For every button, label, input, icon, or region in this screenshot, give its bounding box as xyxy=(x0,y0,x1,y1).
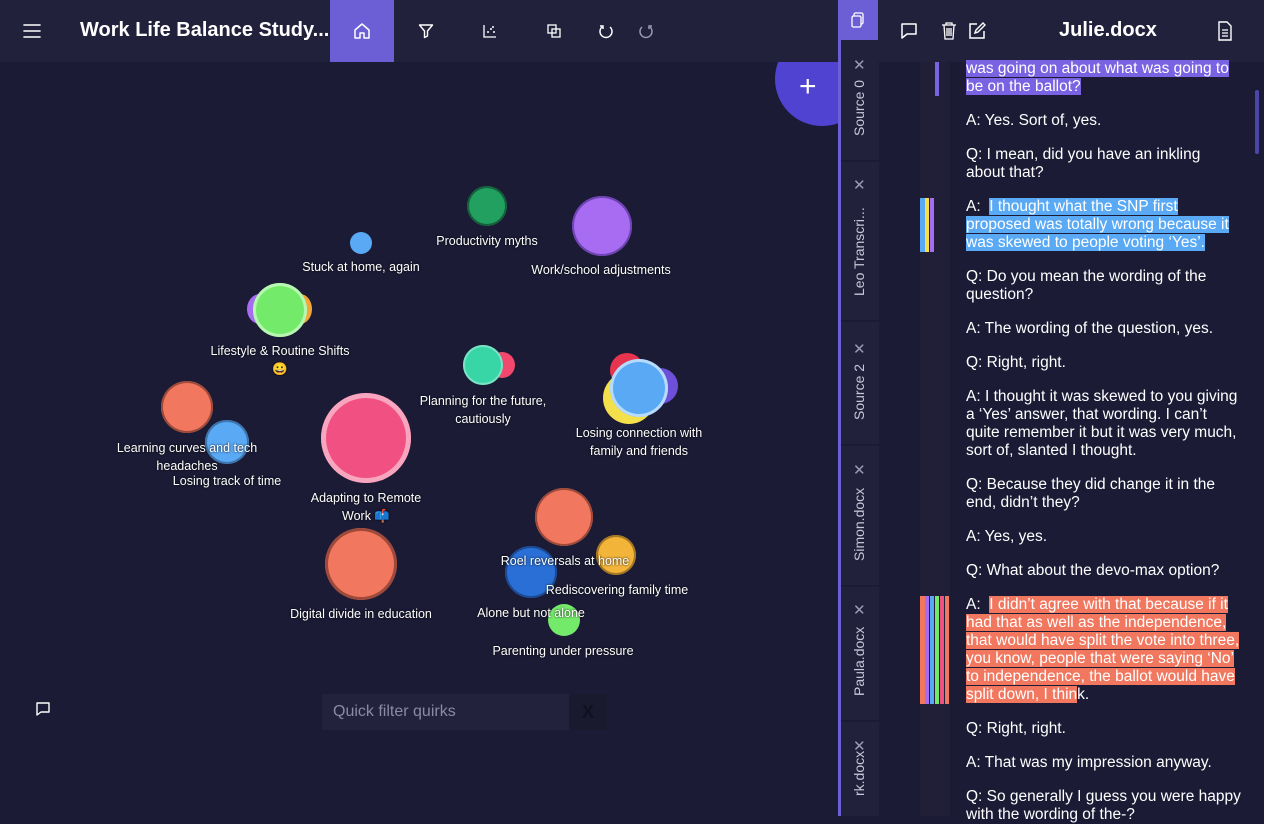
source-tab[interactable]: ✕ Leo Transcri... xyxy=(841,172,879,322)
source-tab-label: rk.docx xyxy=(851,750,867,796)
quirk-bubble[interactable] xyxy=(463,345,503,385)
highlighted-text[interactable]: I thought what the SNP first proposed wa… xyxy=(966,198,1229,251)
highlight-stripe[interactable] xyxy=(930,596,934,704)
quirk-label[interactable]: Losing track of time xyxy=(173,472,281,490)
quirk-label[interactable]: Learning curves and tech xyxy=(117,439,257,457)
undo-icon[interactable] xyxy=(586,0,626,62)
transcript-paragraph[interactable]: was going on about what was going to be … xyxy=(966,60,1242,96)
source-tab[interactable]: ✕ rk.docx xyxy=(841,733,879,816)
quirk-label[interactable]: Planning for the future, xyxy=(420,392,546,410)
source-tab[interactable]: ✕ Source 2 xyxy=(841,336,879,446)
highlight-stripe[interactable] xyxy=(925,198,929,252)
scatter-icon[interactable] xyxy=(470,0,510,62)
redo-icon[interactable] xyxy=(626,0,666,62)
quirk-label[interactable]: Parenting under pressure xyxy=(492,642,633,660)
highlight-stripe[interactable] xyxy=(935,596,939,704)
highlight-stripe[interactable] xyxy=(930,198,934,252)
source-tab-label: Leo Transcri... xyxy=(851,207,867,296)
highlighted-text[interactable]: was going on about what was going to be … xyxy=(966,60,1229,95)
menu-icon[interactable] xyxy=(12,0,52,62)
source-tab[interactable]: ✕ Source 0 xyxy=(841,52,879,162)
quirk-bubble[interactable] xyxy=(325,528,397,600)
close-icon[interactable]: ✕ xyxy=(853,176,866,194)
source-tab[interactable]: ✕ Paula.docx xyxy=(841,597,879,722)
trailing-text: k. xyxy=(1077,686,1090,703)
quirk-bubble[interactable] xyxy=(610,359,668,417)
transcript-paragraph[interactable]: A: Yes. Sort of, yes. xyxy=(966,112,1242,130)
quirk-label[interactable]: Rediscovering family time xyxy=(546,581,688,599)
plus-icon: + xyxy=(799,70,817,103)
transcript-paragraph[interactable]: A: I didn’t agree with that because if i… xyxy=(966,596,1242,704)
quirk-bubble[interactable] xyxy=(253,283,307,337)
transcript-paragraph[interactable]: Q: So generally I guess you were happy w… xyxy=(966,788,1242,824)
quirk-bubble[interactable] xyxy=(467,186,507,226)
home-icon xyxy=(354,23,370,39)
source-tab-label: Simon.docx xyxy=(851,487,867,561)
edit-icon[interactable] xyxy=(957,0,997,62)
quick-filter: X xyxy=(322,694,607,730)
quirk-canvas[interactable]: + Productivity myths Stuck at home, agai… xyxy=(0,62,838,816)
highlighted-text[interactable]: I didn’t agree with that because if it h… xyxy=(966,596,1240,703)
quirk-bubble[interactable] xyxy=(350,232,372,254)
document-title: Julie.docx xyxy=(1059,19,1157,41)
transcript-paragraph[interactable]: A: The wording of the question, yes. xyxy=(966,320,1242,338)
source-tab-label: Paula.docx xyxy=(851,626,867,696)
highlight-stripe[interactable] xyxy=(940,596,944,704)
comment-icon[interactable] xyxy=(34,700,52,723)
close-icon[interactable]: ✕ xyxy=(853,340,866,358)
transcript-paragraph[interactable]: Q: What about the devo-max option? xyxy=(966,562,1242,580)
source-tab-label: Source 2 xyxy=(851,363,867,420)
quirk-label[interactable]: Work/school adjustments xyxy=(531,261,670,279)
home-tab[interactable] xyxy=(330,0,394,62)
transcript-paragraph[interactable]: Q: I mean, did you have an inkling about… xyxy=(966,146,1242,182)
transcript-paragraph[interactable]: A: Yes, yes. xyxy=(966,528,1242,546)
quirk-bubble[interactable] xyxy=(535,488,593,546)
quirk-label[interactable]: Roel reversals at home xyxy=(501,552,630,570)
clear-filter-button[interactable]: X xyxy=(569,694,607,730)
quirk-label[interactable]: Digital divide in education xyxy=(290,605,432,623)
quirk-emoji: 😀 xyxy=(272,362,288,376)
highlight-stripe[interactable] xyxy=(925,596,929,704)
quirk-label[interactable]: Stuck at home, again xyxy=(302,258,419,276)
quirk-bubble[interactable] xyxy=(572,196,632,256)
transcript-paragraph[interactable]: A: I thought what the SNP first proposed… xyxy=(966,198,1242,252)
transcript-paragraph[interactable]: A: That was my impression anyway. xyxy=(966,754,1242,772)
close-icon[interactable]: ✕ xyxy=(853,601,866,619)
project-title[interactable]: Work Life Balance Study... xyxy=(80,19,329,42)
top-toolbar: Work Life Balance Study... xyxy=(0,0,838,62)
source-tab[interactable]: ✕ Simon.docx xyxy=(841,457,879,587)
highlight-stripe[interactable] xyxy=(945,596,949,704)
document-scrollbar[interactable] xyxy=(1254,62,1260,816)
source-tab-label: Source 0 xyxy=(851,79,867,136)
transcript-paragraph[interactable]: Q: Do you mean the wording of the questi… xyxy=(966,268,1242,304)
document-icon[interactable] xyxy=(1205,0,1245,62)
quirk-label[interactable]: family and friends xyxy=(590,442,688,460)
filter-icon[interactable] xyxy=(406,0,446,62)
quirk-label[interactable]: Alone but not alone xyxy=(477,604,585,622)
quirk-label[interactable]: cautiously xyxy=(455,410,511,428)
speaker-prefix: A: xyxy=(966,596,990,613)
transcript-paragraph[interactable]: Q: Right, right. xyxy=(966,354,1242,372)
comment-icon[interactable] xyxy=(889,0,929,62)
quick-filter-input[interactable] xyxy=(322,694,567,730)
quirk-label[interactable]: Adapting to Remote xyxy=(311,489,422,507)
quirk-bubble[interactable] xyxy=(161,381,213,433)
quirk-label[interactable]: Work 📫 xyxy=(342,507,390,525)
document-scrollbar-thumb[interactable] xyxy=(1255,90,1259,154)
highlight-stripe[interactable] xyxy=(935,62,939,96)
quirk-label[interactable]: Lifestyle & Routine Shifts xyxy=(211,342,350,360)
copy-icon[interactable] xyxy=(534,0,574,62)
close-icon[interactable]: ✕ xyxy=(853,56,866,74)
close-icon[interactable]: ✕ xyxy=(853,461,866,479)
copy-sources-icon[interactable] xyxy=(838,0,878,40)
speaker-prefix: A: xyxy=(966,198,990,215)
quirk-label[interactable]: Losing connection with xyxy=(576,424,702,442)
transcript-paragraph[interactable]: Q: Because they did change it in the end… xyxy=(966,476,1242,512)
transcript-paragraph[interactable]: Q: Right, right. xyxy=(966,720,1242,738)
quirk-label[interactable]: Productivity myths xyxy=(436,232,537,250)
transcript-paragraph[interactable]: A: I thought it was skewed to you giving… xyxy=(966,388,1242,460)
quirk-bubble[interactable] xyxy=(321,393,411,483)
